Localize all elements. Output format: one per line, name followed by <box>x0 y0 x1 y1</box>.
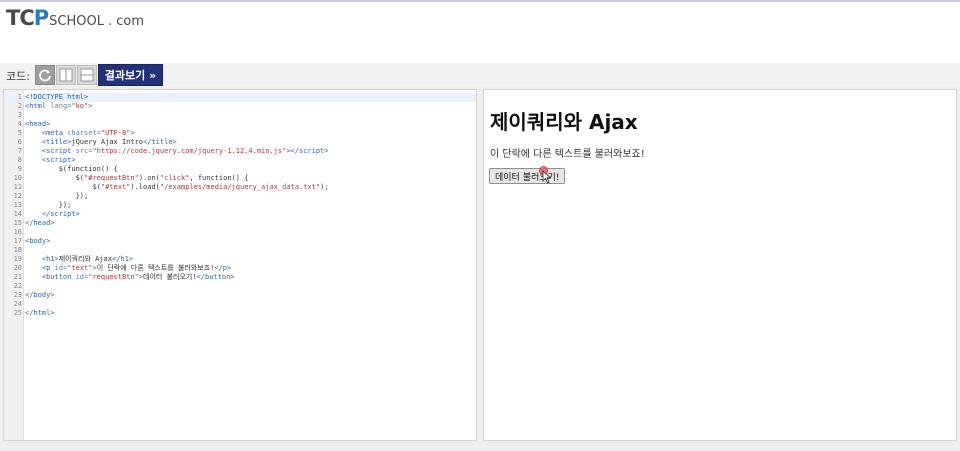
line-code: </html> <box>25 309 55 317</box>
line-number: 11 <box>13 183 22 191</box>
mouse-pointer-icon <box>542 170 552 184</box>
line-code: <body> <box>25 237 51 245</box>
line-number: 13 <box>13 201 22 209</box>
line-code: $(function() { <box>58 165 118 173</box>
line-number: 3 <box>17 111 22 119</box>
line-code: <title>jQuery Ajax Intro</title> <box>41 138 177 146</box>
line-number: 24 <box>13 300 22 308</box>
code-line: 14 </script> <box>4 210 476 219</box>
line-number: 6 <box>17 138 22 146</box>
vertical-split-icon <box>59 68 73 82</box>
line-number: 23 <box>13 291 22 299</box>
tcpschool-logo[interactable]: TCP SCHOOL . com <box>6 6 144 30</box>
line-number: 4 <box>17 120 22 128</box>
preview-heading: 제이쿼리와 Ajax <box>490 110 638 134</box>
code-line: 24 <box>4 300 476 309</box>
preview-paragraph: 이 단락에 다른 텍스트를 불러와보죠! <box>490 149 645 160</box>
line-code: }); <box>75 192 89 200</box>
code-line: 5 <meta charset="UTF-8"> <box>4 129 476 138</box>
horizontal-split-icon <box>80 68 94 82</box>
refresh-button[interactable] <box>35 65 55 85</box>
line-code: <head> <box>25 120 51 128</box>
code-line: 3 <box>4 111 476 120</box>
load-data-button[interactable]: 데이터 불러오기! <box>489 168 566 184</box>
line-code: <html lang="ko"> <box>25 102 93 110</box>
result-preview: 제이쿼리와 Ajax 이 단락에 다른 텍스트를 불러와보죠! 데이터 불러오기… <box>483 89 957 441</box>
line-number: 20 <box>13 264 22 272</box>
panels-area: 1 <!DOCTYPE html> 2 <html lang="ko"> 3 4 <head… <box>0 87 960 451</box>
code-line: 7 <script src="https://code.jquery.com/j… <box>4 147 476 156</box>
code-line: 8 <script> <box>4 156 476 165</box>
logo-dotcom: . com <box>107 14 144 29</box>
line-code: <script src="https://code.jquery.com/jqu… <box>41 147 329 155</box>
code-line: 1 <!DOCTYPE html> <box>4 93 476 102</box>
line-number: 10 <box>13 174 22 182</box>
code-line: 17 <body> <box>4 237 476 246</box>
line-number: 7 <box>17 147 22 155</box>
line-number: 15 <box>13 219 22 227</box>
line-number: 5 <box>17 129 22 137</box>
line-code: </body> <box>25 291 55 299</box>
line-number: 12 <box>13 192 22 200</box>
line-code: <p id="text">이 단락에 다른 텍스트를 불러와보죠!</p> <box>41 264 232 272</box>
line-number: 21 <box>13 273 22 281</box>
line-number: 14 <box>13 210 22 218</box>
line-code: </head> <box>25 219 55 227</box>
code-line: 6 <title>jQuery Ajax Intro</title> <box>4 138 476 147</box>
code-editor[interactable]: 1 <!DOCTYPE html> 2 <html lang="ko"> 3 4 <head… <box>3 89 477 441</box>
code-line: 4 <head> <box>4 120 476 129</box>
code-line: 20 <p id="text">이 단락에 다른 텍스트를 불러와보죠!</p> <box>4 264 476 273</box>
code-label: 코드: <box>6 70 30 83</box>
code-line: 10 $("#requestBtn").on("click", function… <box>4 174 476 183</box>
top-border <box>0 0 960 2</box>
code-line: 11 $("#text").load("/examples/media/jque… <box>4 183 476 192</box>
code-line: 22 <box>4 282 476 291</box>
line-code: <h1>제이쿼리와 Ajax</h1> <box>41 255 134 263</box>
code-line: 9 $(function() { <box>4 165 476 174</box>
vertical-split-button[interactable] <box>56 65 76 85</box>
refresh-icon <box>39 69 51 82</box>
code-line: 13 }); <box>4 201 476 210</box>
code-line: 18 <box>4 246 476 255</box>
line-code: $("#text").load("/examples/media/jquery_… <box>92 183 329 191</box>
code-line: 2 <html lang="ko"> <box>4 102 476 111</box>
line-number: 22 <box>13 282 22 290</box>
logo-tcp: TCP <box>6 6 49 30</box>
line-number: 18 <box>13 246 22 254</box>
line-number: 25 <box>13 309 22 317</box>
line-number: 2 <box>17 102 22 110</box>
line-code: <!DOCTYPE html> <box>25 93 89 101</box>
line-code: $("#requestBtn").on("click", function() … <box>75 174 249 182</box>
code-line: 21 <button id="requestBtn">데이터 불러오기!</bu… <box>4 273 476 282</box>
line-code: </script> <box>41 210 80 218</box>
view-result-button[interactable]: 결과보기 » <box>98 64 163 86</box>
code-line: 23 </body> <box>4 291 476 300</box>
code-line: 19 <h1>제이쿼리와 Ajax</h1> <box>4 255 476 264</box>
line-code: <button id="requestBtn">데이터 불러오기!</butto… <box>41 273 235 281</box>
line-number: 9 <box>17 165 22 173</box>
code-line: 25 </html> <box>4 309 476 318</box>
line-number: 17 <box>13 237 22 245</box>
line-code: <script> <box>41 156 76 164</box>
line-code: }); <box>58 201 72 209</box>
line-code: <meta charset="UTF-8"> <box>41 129 135 137</box>
horizontal-split-button[interactable] <box>77 65 97 85</box>
line-number: 16 <box>13 228 22 236</box>
line-number: 1 <box>17 93 22 101</box>
code-line: 15 </head> <box>4 219 476 228</box>
line-number: 8 <box>17 156 22 164</box>
code-line: 16 <box>4 228 476 237</box>
code-line: 12 }); <box>4 192 476 201</box>
logo-school: SCHOOL <box>49 14 104 29</box>
line-number: 19 <box>13 255 22 263</box>
toolbar: 코드: 결과보기 » <box>0 63 960 87</box>
